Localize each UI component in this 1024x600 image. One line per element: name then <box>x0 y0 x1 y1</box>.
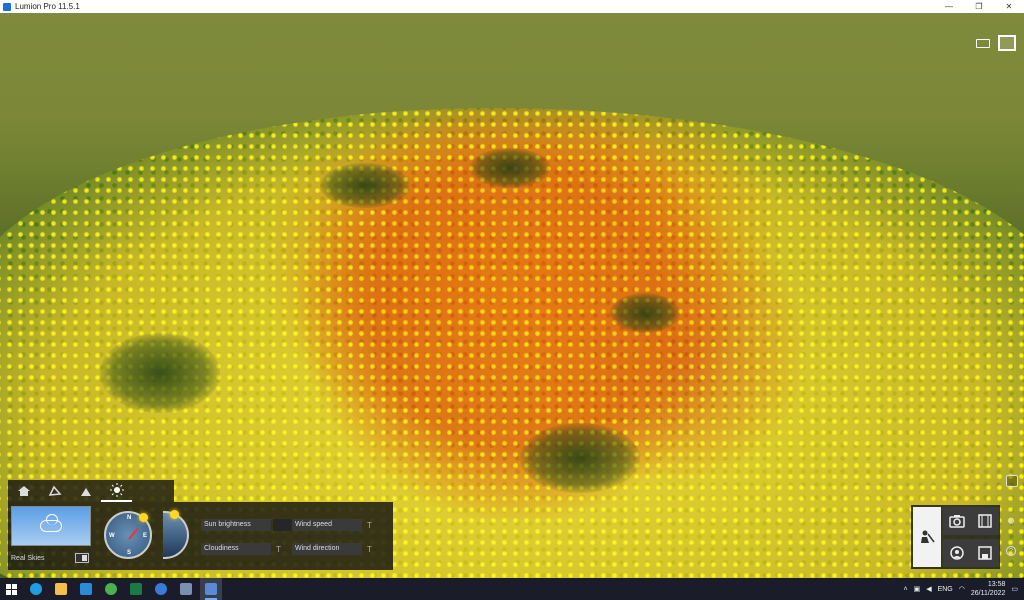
taskbar-store[interactable] <box>75 578 97 600</box>
wifi-icon[interactable]: ◠ <box>959 585 965 593</box>
clock-time: 13:58 <box>987 581 1006 588</box>
compass-south-label: S <box>127 550 132 556</box>
camera-view-icon[interactable] <box>976 38 990 48</box>
cloudiness-label: Cloudiness <box>201 543 271 555</box>
window-title: Lumion Pro 11.5.1 <box>15 2 80 11</box>
wind-direction-slider[interactable]: Wind direction T <box>292 543 372 555</box>
wind-speed-type-icon[interactable]: T <box>367 521 372 530</box>
photo-mode-icon <box>949 515 965 528</box>
store-icon <box>80 583 92 595</box>
cloud-icon <box>40 514 62 532</box>
tab-landscape[interactable] <box>39 480 70 502</box>
panorama-mode-button[interactable] <box>943 539 971 567</box>
save-button[interactable] <box>971 539 999 567</box>
save-icon <box>978 546 992 560</box>
compass-needle <box>128 527 139 540</box>
compass-east-label: E <box>142 533 147 539</box>
fullscreen-icon[interactable] <box>998 35 1016 51</box>
photo-mode-button[interactable] <box>943 507 971 535</box>
app-icon <box>155 583 167 595</box>
weather-panel: Real Skies N S W E Sun brightness T Wind… <box>8 502 393 570</box>
system-tray: ˄ ▣ ◀ ENG ◠ 13:58 26/11/2022 ▭ <box>903 578 1018 600</box>
object-category-tabs <box>8 480 174 502</box>
title-bar: Lumion Pro 11.5.1 — ❐ ✕ <box>0 0 1024 13</box>
sun-direction-compass[interactable]: N S W E <box>104 511 152 559</box>
taskbar-lumion[interactable] <box>200 578 222 600</box>
minimize-button[interactable]: — <box>934 0 964 13</box>
taskbar-excel[interactable] <box>125 578 147 600</box>
ground-patch <box>610 293 680 333</box>
real-skies-thumbnail[interactable] <box>11 506 91 546</box>
chevron-up-icon[interactable]: ˄ <box>903 586 907 593</box>
file-explorer-icon <box>55 583 67 595</box>
excel-icon <box>130 583 142 595</box>
lumion-icon <box>205 583 217 595</box>
clock[interactable]: 13:58 26/11/2022 <box>971 580 1006 598</box>
real-skies-toggle[interactable] <box>75 553 89 563</box>
start-button[interactable] <box>0 578 22 600</box>
clock-date: 26/11/2022 <box>970 590 1006 597</box>
security-icon <box>180 583 192 595</box>
restore-button[interactable]: ❐ <box>964 0 994 13</box>
360-panorama-icon <box>950 546 964 560</box>
taskbar-chrome[interactable] <box>100 578 122 600</box>
volume-icon[interactable]: ◀ <box>926 585 931 593</box>
windows-start-icon <box>5 583 17 595</box>
edge-icon <box>30 583 42 595</box>
tab-home[interactable] <box>8 480 39 502</box>
build-mode-button[interactable] <box>913 507 941 567</box>
lumion-app-icon <box>3 2 11 11</box>
real-skies-label: Real Skies <box>11 555 45 562</box>
language-indicator[interactable]: ENG <box>938 586 953 593</box>
cloudiness-type-icon[interactable]: T <box>276 545 281 554</box>
taskbar-app[interactable] <box>150 578 172 600</box>
compass-north-label: N <box>127 515 132 521</box>
sun-height-dial[interactable] <box>163 510 189 559</box>
movie-mode-button[interactable] <box>971 507 999 535</box>
wind-direction-type-icon[interactable]: T <box>367 545 372 554</box>
tab-weather[interactable] <box>101 480 132 502</box>
tab-mountain[interactable] <box>70 480 101 502</box>
sun-brightness-label: Sun brightness <box>201 519 271 531</box>
sun-brightness-slider[interactable]: Sun brightness T <box>201 519 303 531</box>
sun-brightness-value[interactable] <box>273 519 293 531</box>
taskbar-edge[interactable] <box>25 578 47 600</box>
movie-mode-icon <box>978 514 992 528</box>
chrome-icon <box>105 583 117 595</box>
close-button[interactable]: ✕ <box>994 0 1024 13</box>
ground-patch <box>470 148 550 188</box>
ground-patch <box>100 333 220 413</box>
compass-west-label: W <box>109 533 115 539</box>
window-controls: — ❐ ✕ <box>934 0 1024 13</box>
mode-panel <box>911 505 1000 569</box>
mountain-icon <box>80 488 91 496</box>
sun-height-icon[interactable] <box>170 510 179 519</box>
settings-icon[interactable]: ⚙ <box>1006 516 1016 526</box>
ground-patch <box>320 163 410 208</box>
build-mode-icon <box>921 530 935 543</box>
sun-position-icon[interactable] <box>139 513 148 522</box>
landscape-icon <box>48 485 62 496</box>
side-panel-toggle-icon[interactable] <box>1006 475 1018 487</box>
viewport-top-right-tools <box>976 35 1016 51</box>
notifications-icon[interactable]: ▭ <box>1011 585 1018 593</box>
home-icon <box>17 486 30 496</box>
windows-taskbar: ˄ ▣ ◀ ENG ◠ 13:58 26/11/2022 ▭ <box>0 578 1024 600</box>
sun-icon <box>109 483 124 497</box>
cloudiness-slider[interactable]: Cloudiness T <box>201 543 281 555</box>
wind-speed-slider[interactable]: Wind speed T <box>292 519 372 531</box>
wind-speed-label: Wind speed <box>292 519 362 531</box>
wind-direction-label: Wind direction <box>292 543 362 555</box>
ground-patch <box>520 423 640 493</box>
taskbar-security[interactable] <box>175 578 197 600</box>
network-icon[interactable]: ▣ <box>914 585 921 593</box>
taskbar-file-explorer[interactable] <box>50 578 72 600</box>
help-icon[interactable]: ? <box>1006 546 1016 556</box>
